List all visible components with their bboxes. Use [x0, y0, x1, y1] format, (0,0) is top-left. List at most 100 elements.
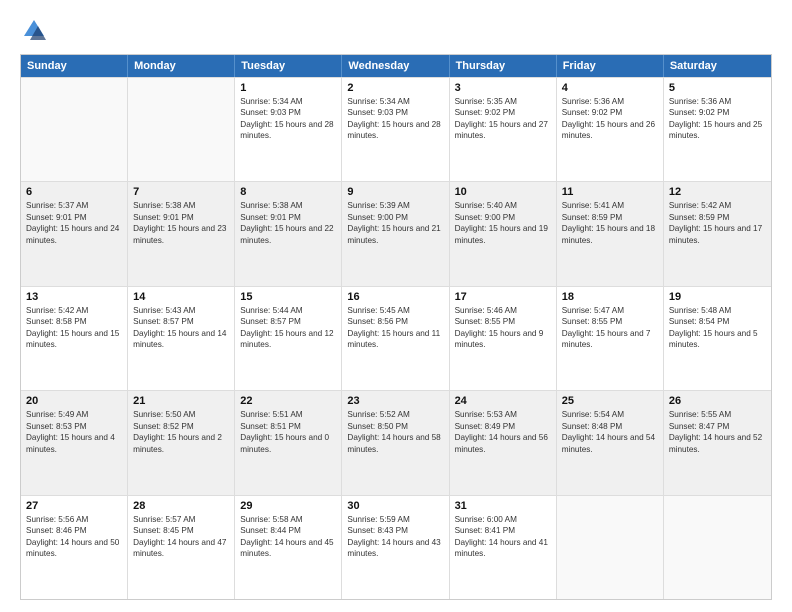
calendar-row-5: 27Sunrise: 5:56 AMSunset: 8:46 PMDayligh…: [21, 495, 771, 599]
day-cell-11: 11Sunrise: 5:41 AMSunset: 8:59 PMDayligh…: [557, 182, 664, 285]
sunset-text: Sunset: 8:50 PM: [347, 421, 443, 432]
sunrise-text: Sunrise: 5:43 AM: [133, 305, 229, 316]
calendar-row-1: 1Sunrise: 5:34 AMSunset: 9:03 PMDaylight…: [21, 77, 771, 181]
daylight-text: Daylight: 15 hours and 26 minutes.: [562, 119, 658, 142]
day-number: 6: [26, 186, 122, 198]
day-number: 9: [347, 186, 443, 198]
sunset-text: Sunset: 8:58 PM: [26, 316, 122, 327]
sunrise-text: Sunrise: 5:40 AM: [455, 200, 551, 211]
day-cell-25: 25Sunrise: 5:54 AMSunset: 8:48 PMDayligh…: [557, 391, 664, 494]
day-number: 17: [455, 291, 551, 303]
day-cell-6: 6 Sunrise: 5:37 AMSunset: 9:01 PMDaylight…: [21, 182, 128, 285]
daylight-text: Daylight: 15 hours and 12 minutes.: [240, 328, 336, 351]
day-number: 15: [240, 291, 336, 303]
sunrise-text: Sunrise: 5:34 AM: [347, 96, 443, 107]
sunrise-text: Sunrise: 5:55 AM: [669, 409, 766, 420]
daylight-text: Daylight: 15 hours and 24 minutes.: [26, 223, 122, 246]
day-number: 21: [133, 395, 229, 407]
daylight-text: Daylight: 14 hours and 52 minutes.: [669, 432, 766, 455]
sunset-text: Sunset: 8:57 PM: [240, 316, 336, 327]
sunrise-text: Sunrise: 5:36 AM: [562, 96, 658, 107]
empty-cell: [664, 496, 771, 599]
day-number: 13: [26, 291, 122, 303]
header-cell-thursday: Thursday: [450, 55, 557, 77]
sunrise-text: Sunrise: 5:35 AM: [455, 96, 551, 107]
sunrise-text: Sunrise: 5:36 AM: [669, 96, 766, 107]
empty-cell: [557, 496, 664, 599]
sunrise-text: Sunrise: 5:42 AM: [26, 305, 122, 316]
daylight-text: Daylight: 15 hours and 5 minutes.: [669, 328, 766, 351]
day-number: 28: [133, 500, 229, 512]
daylight-text: Daylight: 15 hours and 0 minutes.: [240, 432, 336, 455]
day-cell-12: 12Sunrise: 5:42 AMSunset: 8:59 PMDayligh…: [664, 182, 771, 285]
sunset-text: Sunset: 8:45 PM: [133, 525, 229, 536]
header-cell-friday: Friday: [557, 55, 664, 77]
day-number: 18: [562, 291, 658, 303]
sunrise-text: Sunrise: 5:41 AM: [562, 200, 658, 211]
sunrise-text: Sunrise: 5:34 AM: [240, 96, 336, 107]
sunrise-text: Sunrise: 6:00 AM: [455, 514, 551, 525]
header-cell-saturday: Saturday: [664, 55, 771, 77]
day-cell-7: 7Sunrise: 5:38 AMSunset: 9:01 PMDaylight…: [128, 182, 235, 285]
day-number: 11: [562, 186, 658, 198]
empty-cell: [21, 78, 128, 181]
sunrise-text: Sunrise: 5:52 AM: [347, 409, 443, 420]
daylight-text: Daylight: 15 hours and 9 minutes.: [455, 328, 551, 351]
sunset-text: Sunset: 8:59 PM: [562, 212, 658, 223]
sunset-text: Sunset: 8:41 PM: [455, 525, 551, 536]
daylight-text: Daylight: 14 hours and 50 minutes.: [26, 537, 122, 560]
day-cell-30: 30Sunrise: 5:59 AMSunset: 8:43 PMDayligh…: [342, 496, 449, 599]
header: [20, 16, 772, 44]
day-number: 23: [347, 395, 443, 407]
daylight-text: Daylight: 15 hours and 28 minutes.: [240, 119, 336, 142]
day-cell-9: 9Sunrise: 5:39 AMSunset: 9:00 PMDaylight…: [342, 182, 449, 285]
daylight-text: Daylight: 15 hours and 19 minutes.: [455, 223, 551, 246]
sunrise-text: Sunrise: 5:54 AM: [562, 409, 658, 420]
day-number: 12: [669, 186, 766, 198]
daylight-text: Daylight: 15 hours and 21 minutes.: [347, 223, 443, 246]
sunrise-text: Sunrise: 5:57 AM: [133, 514, 229, 525]
sunset-text: Sunset: 8:51 PM: [240, 421, 336, 432]
day-cell-23: 23Sunrise: 5:52 AMSunset: 8:50 PMDayligh…: [342, 391, 449, 494]
daylight-text: Daylight: 15 hours and 27 minutes.: [455, 119, 551, 142]
sunrise-text: Sunrise: 5:53 AM: [455, 409, 551, 420]
daylight-text: Daylight: 15 hours and 2 minutes.: [133, 432, 229, 455]
sunset-text: Sunset: 9:03 PM: [347, 107, 443, 118]
sunset-text: Sunset: 9:01 PM: [26, 212, 122, 223]
day-cell-5: 5Sunrise: 5:36 AMSunset: 9:02 PMDaylight…: [664, 78, 771, 181]
sunrise-text: Sunrise: 5:46 AM: [455, 305, 551, 316]
sunrise-text: Sunrise: 5:37 AM: [26, 200, 122, 211]
day-cell-20: 20Sunrise: 5:49 AMSunset: 8:53 PMDayligh…: [21, 391, 128, 494]
day-cell-14: 14Sunrise: 5:43 AMSunset: 8:57 PMDayligh…: [128, 287, 235, 390]
sunset-text: Sunset: 9:02 PM: [562, 107, 658, 118]
sunrise-text: Sunrise: 5:48 AM: [669, 305, 766, 316]
day-cell-17: 17Sunrise: 5:46 AMSunset: 8:55 PMDayligh…: [450, 287, 557, 390]
day-number: 7: [133, 186, 229, 198]
sunset-text: Sunset: 8:52 PM: [133, 421, 229, 432]
calendar-row-3: 13Sunrise: 5:42 AMSunset: 8:58 PMDayligh…: [21, 286, 771, 390]
day-cell-3: 3Sunrise: 5:35 AMSunset: 9:02 PMDaylight…: [450, 78, 557, 181]
day-cell-1: 1Sunrise: 5:34 AMSunset: 9:03 PMDaylight…: [235, 78, 342, 181]
sunrise-text: Sunrise: 5:58 AM: [240, 514, 336, 525]
day-number: 5: [669, 82, 766, 94]
daylight-text: Daylight: 15 hours and 25 minutes.: [669, 119, 766, 142]
sunrise-text: Sunrise: 5:44 AM: [240, 305, 336, 316]
sunrise-text: Sunrise: 5:51 AM: [240, 409, 336, 420]
day-number: 14: [133, 291, 229, 303]
day-cell-2: 2Sunrise: 5:34 AMSunset: 9:03 PMDaylight…: [342, 78, 449, 181]
sunset-text: Sunset: 8:53 PM: [26, 421, 122, 432]
sunset-text: Sunset: 9:02 PM: [455, 107, 551, 118]
day-cell-19: 19Sunrise: 5:48 AMSunset: 8:54 PMDayligh…: [664, 287, 771, 390]
day-cell-8: 8Sunrise: 5:38 AMSunset: 9:01 PMDaylight…: [235, 182, 342, 285]
sunset-text: Sunset: 9:00 PM: [455, 212, 551, 223]
day-number: 26: [669, 395, 766, 407]
sunset-text: Sunset: 8:46 PM: [26, 525, 122, 536]
day-cell-27: 27Sunrise: 5:56 AMSunset: 8:46 PMDayligh…: [21, 496, 128, 599]
sunset-text: Sunset: 8:59 PM: [669, 212, 766, 223]
sunrise-text: Sunrise: 5:56 AM: [26, 514, 122, 525]
sunset-text: Sunset: 8:44 PM: [240, 525, 336, 536]
daylight-text: Daylight: 15 hours and 15 minutes.: [26, 328, 122, 351]
day-number: 19: [669, 291, 766, 303]
sunset-text: Sunset: 8:48 PM: [562, 421, 658, 432]
empty-cell: [128, 78, 235, 181]
